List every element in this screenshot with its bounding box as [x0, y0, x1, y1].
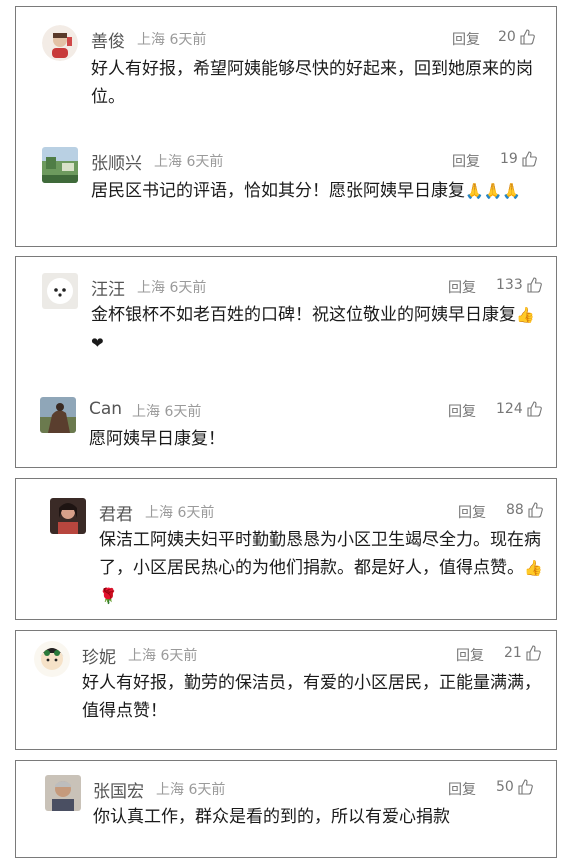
comment-item: 善俊 上海 6天前 回复 20 好人有好报，希望阿姨能够尽快的好起来，回到她原来… — [16, 7, 556, 127]
reply-button[interactable]: 回复 — [452, 29, 480, 49]
comment-location-time: 上海 6天前 — [137, 32, 207, 48]
avatar[interactable] — [42, 147, 78, 183]
like-button[interactable]: 21 — [504, 645, 541, 661]
reply-button[interactable]: 回复 — [448, 401, 476, 421]
like-count: 19 — [500, 151, 518, 167]
comment-text: 居民区书记的评语，恰如其分！愿张阿姨早日康复🙏🙏🙏 — [91, 181, 522, 201]
comment-card: 善俊 上海 6天前 回复 20 好人有好报，希望阿姨能够尽快的好起来，回到她原来… — [15, 6, 557, 247]
like-count: 88 — [506, 502, 524, 518]
like-button[interactable]: 124 — [496, 401, 542, 417]
like-button[interactable]: 133 — [496, 277, 542, 293]
comment-card: 珍妮 上海 6天前 回复 21 好人有好报，勤劳的保洁员，有爱的小区居民，正能量… — [15, 630, 557, 750]
comment-item: 珍妮 上海 6天前 回复 21 好人有好报，勤劳的保洁员，有爱的小区居民，正能量… — [16, 631, 556, 751]
commenter-name[interactable]: Can — [89, 399, 122, 419]
thumbs-up-icon — [527, 401, 542, 417]
avatar[interactable] — [42, 273, 78, 309]
like-button[interactable]: 88 — [506, 502, 543, 518]
avatar[interactable] — [50, 498, 86, 534]
avatar[interactable] — [45, 775, 81, 811]
reply-button[interactable]: 回复 — [452, 151, 480, 171]
thumbs-up-icon — [526, 645, 541, 661]
comment-location-time: 上海 6天前 — [137, 280, 207, 296]
comment-location-time: 上海 6天前 — [145, 505, 215, 521]
emoji-suffix: 🙏🙏🙏 — [465, 182, 522, 200]
comment-card: 张国宏 上海 6天前 回复 50 你认真工作，群众是看的到的，所以有爱心捐款 — [15, 760, 557, 858]
reply-button[interactable]: 回复 — [456, 645, 484, 665]
thumbs-up-icon — [520, 29, 535, 45]
commenter-name[interactable]: 张国宏 — [93, 777, 144, 802]
thumbs-up-icon — [522, 151, 537, 167]
comment-card: 汪汪 上海 6天前 回复 133 金杯银杯不如老百姓的口碑！祝这位敬业的阿姨早日… — [15, 256, 557, 468]
thumbs-up-icon — [527, 277, 542, 293]
like-count: 124 — [496, 401, 523, 417]
comment-location-time: 上海 6天前 — [128, 648, 198, 664]
commenter-name[interactable]: 善俊 — [91, 27, 125, 52]
like-button[interactable]: 50 — [496, 779, 533, 795]
comment-text: 好人有好报，勤劳的保洁员，有爱的小区居民，正能量满满，值得点赞！ — [82, 673, 541, 721]
comment-location-time: 上海 6天前 — [154, 154, 224, 170]
reply-button[interactable]: 回复 — [458, 502, 486, 522]
thumbs-up-icon — [518, 779, 533, 795]
commenter-name[interactable]: 张顺兴 — [91, 149, 142, 174]
like-button[interactable]: 19 — [500, 151, 537, 167]
like-count: 21 — [504, 645, 522, 661]
comment-text: 你认真工作，群众是看的到的，所以有爱心捐款 — [93, 807, 450, 827]
comment-item: 张顺兴 上海 6天前 回复 19 居民区书记的评语，恰如其分！愿张阿姨早日康复🙏… — [16, 127, 556, 247]
thumbs-up-icon — [528, 502, 543, 518]
comment-item: 张国宏 上海 6天前 回复 50 你认真工作，群众是看的到的，所以有爱心捐款 — [16, 761, 556, 859]
comment-card: 君君 上海 6天前 回复 88 保洁工阿姨夫妇平时勤勤恳恳为小区卫生竭尽全力。现… — [15, 478, 557, 620]
comment-item: Can 上海 6天前 回复 124 愿阿姨早日康复！ — [16, 377, 556, 467]
like-button[interactable]: 20 — [498, 29, 535, 45]
reply-button[interactable]: 回复 — [448, 779, 476, 799]
comment-item: 汪汪 上海 6天前 回复 133 金杯银杯不如老百姓的口碑！祝这位敬业的阿姨早日… — [16, 257, 556, 377]
like-count: 20 — [498, 29, 516, 45]
commenter-name[interactable]: 君君 — [99, 500, 133, 525]
avatar[interactable] — [42, 25, 78, 61]
comment-text: 金杯银杯不如老百姓的口碑！祝这位敬业的阿姨早日康复👍❤ — [91, 305, 535, 352]
comment-text: 愿阿姨早日康复！ — [89, 429, 225, 449]
commenter-name[interactable]: 汪汪 — [91, 275, 125, 300]
comment-text: 好人有好报，希望阿姨能够尽快的好起来，回到她原来的岗位。 — [91, 59, 533, 107]
like-count: 50 — [496, 779, 514, 795]
comment-location-time: 上海 6天前 — [132, 404, 202, 420]
avatar[interactable] — [34, 641, 70, 677]
avatar[interactable] — [40, 397, 76, 433]
comment-item: 君君 上海 6天前 回复 88 保洁工阿姨夫妇平时勤勤恳恳为小区卫生竭尽全力。现… — [16, 479, 556, 621]
comment-text: 保洁工阿姨夫妇平时勤勤恳恳为小区卫生竭尽全力。现在病了，小区居民热心的为他们捐款… — [99, 530, 543, 605]
like-count: 133 — [496, 277, 523, 293]
commenter-name[interactable]: 珍妮 — [82, 643, 116, 668]
reply-button[interactable]: 回复 — [448, 277, 476, 297]
comment-location-time: 上海 6天前 — [156, 782, 226, 798]
